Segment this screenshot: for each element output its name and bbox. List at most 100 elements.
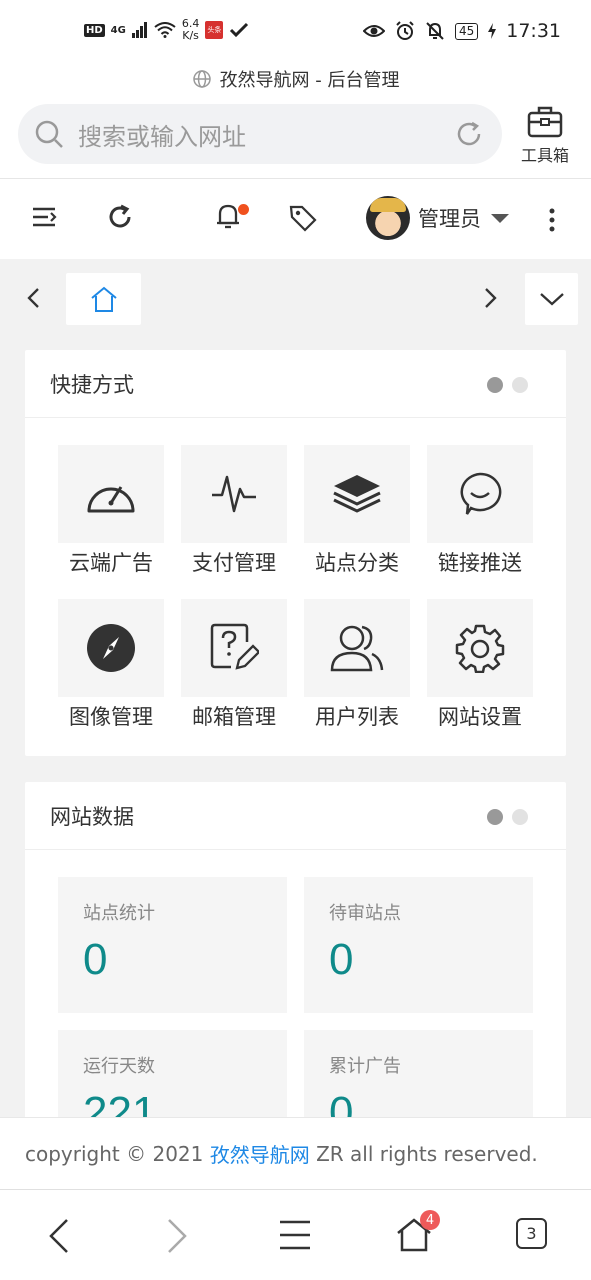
shortcut-label: 图像管理 xyxy=(69,705,153,729)
stat-value: 0 xyxy=(329,935,354,984)
briefcase-icon xyxy=(527,106,563,138)
tabs-button[interactable]: 3 xyxy=(516,1218,547,1249)
signal-icon xyxy=(131,22,147,38)
check-icon xyxy=(230,22,249,38)
back-icon[interactable] xyxy=(48,1218,70,1254)
shortcut-icon-tile xyxy=(181,599,287,697)
wifi-icon xyxy=(154,22,176,38)
footer-site-link[interactable]: 孜然导航网 xyxy=(210,1139,310,1168)
eye-icon xyxy=(362,25,385,37)
search-icon xyxy=(35,120,63,148)
footer-suffix: ZR all rights reserved. xyxy=(309,1141,538,1166)
more-vertical-icon[interactable] xyxy=(548,207,556,233)
browser-address-bar: 搜索或输入网址 工具箱 xyxy=(0,100,591,176)
carousel-dot-1[interactable] xyxy=(487,377,503,393)
alarm-icon xyxy=(396,21,414,40)
home-icon xyxy=(90,286,117,312)
signal-4g-label: 4G xyxy=(110,24,126,36)
shortcut-user-list[interactable]: 用户列表 xyxy=(304,599,410,731)
stat-grid: 站点统计 0 待审站点 0 运行天数 221 累计广告 0 xyxy=(58,877,533,1117)
shortcut-link-push[interactable]: 链接推送 xyxy=(427,445,533,577)
chevron-down-icon xyxy=(491,213,509,223)
menu-collapse-icon[interactable] xyxy=(30,203,58,231)
shortcut-payment[interactable]: 支付管理 xyxy=(181,445,287,577)
carousel-dot-1[interactable] xyxy=(487,809,503,825)
refresh-icon[interactable] xyxy=(106,203,134,231)
footer-prefix: copyright © 2021 xyxy=(25,1141,210,1166)
mute-bell-icon xyxy=(426,22,444,40)
stat-label: 站点统计 xyxy=(83,903,155,924)
notification-dot xyxy=(238,204,249,215)
bell-icon xyxy=(217,204,239,229)
stat-running-days[interactable]: 运行天数 221 xyxy=(58,1030,287,1117)
chevron-down-icon xyxy=(539,293,564,306)
shortcut-label: 邮箱管理 xyxy=(192,705,276,729)
avatar xyxy=(366,196,410,240)
browser-nav-bar: 4 3 xyxy=(0,1189,591,1280)
carousel-dot-2[interactable] xyxy=(512,377,528,393)
stat-pending-sites[interactable]: 待审站点 0 xyxy=(304,877,533,1013)
page-footer: copyright © 2021 孜然导航网 ZR all rights res… xyxy=(0,1117,591,1189)
carousel-dot-2[interactable] xyxy=(512,809,528,825)
clock-time: 17:31 xyxy=(506,20,561,42)
net-speed: 6.4 K/s xyxy=(182,18,200,42)
help-edit-icon xyxy=(210,623,259,670)
page-title-text: 孜然导航网 - 后台管理 xyxy=(219,70,400,91)
battery-indicator: 45 xyxy=(454,22,479,40)
shortcut-icon-tile xyxy=(181,445,287,543)
status-bar: HD 4G 6.4 K/s 头条 45 17:31 xyxy=(0,0,591,62)
net-speed-unit: K/s xyxy=(182,29,199,42)
hd-badge: HD xyxy=(84,23,105,37)
stat-site-count[interactable]: 站点统计 0 xyxy=(58,877,287,1013)
tab-home[interactable] xyxy=(66,273,141,325)
carousel-dots xyxy=(487,377,528,393)
shortcut-label: 网站设置 xyxy=(438,705,522,729)
forward-icon[interactable] xyxy=(166,1218,188,1254)
shortcut-label: 用户列表 xyxy=(315,705,399,729)
tab-prev-icon[interactable] xyxy=(26,287,40,309)
shortcut-label: 链接推送 xyxy=(438,551,522,575)
status-right: 45 17:31 xyxy=(362,20,561,42)
compass-icon xyxy=(87,624,135,672)
chat-bubble-icon xyxy=(460,472,502,515)
shortcut-cloud-ads[interactable]: 云端广告 xyxy=(58,445,164,577)
stat-value: 221 xyxy=(83,1088,157,1117)
user-name: 管理员 xyxy=(418,207,481,231)
shortcut-label: 站点分类 xyxy=(315,551,399,575)
carousel-dots xyxy=(487,809,528,825)
stats-card-title: 网站数据 xyxy=(50,804,134,829)
notification-button[interactable] xyxy=(214,201,249,235)
toolbox-label: 工具箱 xyxy=(520,146,569,165)
user-menu[interactable]: 管理员 xyxy=(366,196,509,240)
shortcut-site-category[interactable]: 站点分类 xyxy=(304,445,410,577)
stat-value: 0 xyxy=(83,935,108,984)
shortcut-mail-manage[interactable]: 邮箱管理 xyxy=(181,599,287,731)
search-input[interactable]: 搜索或输入网址 xyxy=(18,104,502,164)
charging-icon xyxy=(488,23,497,39)
shortcut-site-settings[interactable]: 网站设置 xyxy=(427,599,533,731)
toutiao-app-icon: 头条 xyxy=(205,21,224,39)
shortcuts-card: 快捷方式 云端广告 支付管理 站点分类 链接推送 图像管理 邮箱管理 用户列表 … xyxy=(25,350,566,756)
stat-label: 累计广告 xyxy=(329,1056,401,1077)
stat-total-ads[interactable]: 累计广告 0 xyxy=(304,1030,533,1117)
reload-icon[interactable] xyxy=(454,119,484,149)
layers-icon xyxy=(333,475,381,513)
shortcut-icon-tile xyxy=(304,599,410,697)
stat-label: 待审站点 xyxy=(329,903,401,924)
shortcuts-card-title: 快捷方式 xyxy=(50,372,134,397)
admin-header: 管理员 xyxy=(0,179,591,259)
toolbox-button[interactable]: 工具箱 xyxy=(515,104,575,166)
tag-icon[interactable] xyxy=(288,203,318,233)
tab-next-icon[interactable] xyxy=(484,287,498,309)
shortcut-icon-tile xyxy=(58,445,164,543)
stats-card: 网站数据 站点统计 0 待审站点 0 运行天数 221 累计广告 0 xyxy=(25,782,566,1117)
status-left: HD 4G 6.4 K/s 头条 xyxy=(84,18,249,42)
shortcut-label: 云端广告 xyxy=(69,551,153,575)
globe-icon xyxy=(192,70,211,88)
menu-icon[interactable] xyxy=(279,1220,311,1250)
shortcut-image-manage[interactable]: 图像管理 xyxy=(58,599,164,731)
users-icon xyxy=(330,625,384,672)
home-notification-badge: 4 xyxy=(420,1210,440,1230)
shortcut-grid: 云端广告 支付管理 站点分类 链接推送 图像管理 邮箱管理 用户列表 网站设置 xyxy=(58,445,533,731)
tab-dropdown-button[interactable] xyxy=(525,273,578,325)
